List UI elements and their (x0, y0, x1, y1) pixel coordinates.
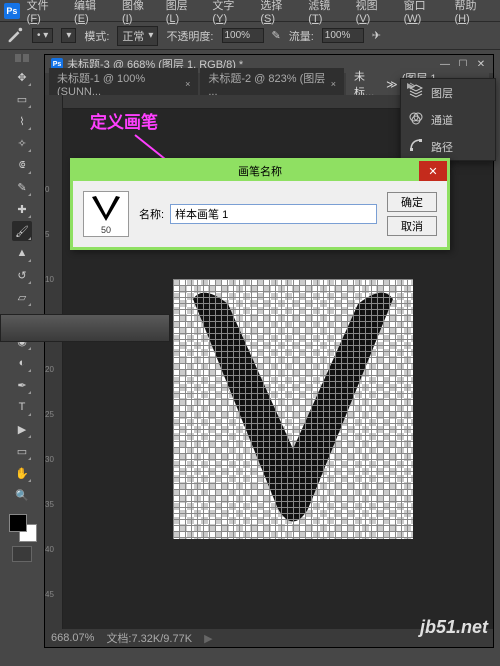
pressure-opacity-icon[interactable]: ✎ (272, 29, 281, 42)
ruler-vertical[interactable]: 0 5 10 15 20 25 30 35 40 45 50 (45, 95, 63, 629)
magic-wand-tool[interactable]: ✧ (12, 133, 32, 153)
brush-preset-picker[interactable]: • ▾ (32, 28, 53, 43)
opacity-input[interactable]: 100% (222, 28, 264, 43)
brush-preview-size: 50 (101, 225, 111, 235)
menu-file[interactable]: 文件(F) (22, 0, 67, 27)
dialog-close-button[interactable]: ✕ (419, 161, 447, 181)
menu-help[interactable]: 帮助(H) (450, 0, 497, 27)
mode-label: 模式: (84, 28, 109, 44)
flow-input[interactable]: 100% (322, 28, 364, 43)
app-logo: Ps (4, 3, 20, 19)
brush-size-picker[interactable]: ▾ (61, 28, 76, 43)
menu-bar: Ps 文件(F) 编辑(E) 图像(I) 图层(L) 文字(Y) 选择(S) 滤… (0, 0, 500, 22)
path-select-tool[interactable]: ▶ (12, 419, 32, 439)
brush-tool[interactable]: 🖌 (12, 221, 32, 241)
brush-name-input[interactable] (170, 204, 377, 224)
toolbox: ✥ ▭ ⌇ ✧ ⟃ ✎ ✚ 🖌 ▲ ↺ ▱ ▦ ◉ ◐ ✒ T ▶ ▭ ✋ 🔍 (0, 50, 44, 566)
canvas[interactable] (173, 279, 413, 539)
shape-tool[interactable]: ▭ (12, 441, 32, 461)
cancel-button[interactable]: 取消 (387, 216, 437, 236)
opacity-label: 不透明度: (166, 28, 213, 44)
history-brush-tool[interactable]: ↺ (12, 265, 32, 285)
close-icon[interactable]: × (185, 79, 190, 89)
menu-edit[interactable]: 编辑(E) (69, 0, 115, 27)
eyedropper-tool[interactable]: ✎ (12, 177, 32, 197)
close-icon[interactable]: × (331, 79, 336, 89)
lasso-tool[interactable]: ⌇ (12, 111, 32, 131)
menu-type[interactable]: 文字(Y) (207, 0, 253, 27)
dialog-titlebar[interactable]: 画笔名称 ✕ (73, 161, 447, 181)
brush-preview: 50 (83, 191, 129, 237)
toolbox-grip[interactable] (15, 54, 29, 62)
menu-layer[interactable]: 图层(L) (161, 0, 206, 27)
foreground-color[interactable] (9, 514, 27, 532)
menu-filter[interactable]: 滤镜(T) (303, 0, 348, 27)
zoom-tool[interactable]: 🔍 (12, 485, 32, 505)
panel-flyout: 图层 通道 路径 (400, 78, 496, 161)
zoom-level[interactable]: 668.07% (51, 632, 94, 644)
crop-tool[interactable]: ⟃ (12, 155, 32, 175)
pen-tool[interactable]: ✒ (12, 375, 32, 395)
quick-mask-toggle[interactable] (12, 546, 32, 562)
flow-label: 流量: (289, 28, 314, 44)
menu-image[interactable]: 图像(I) (117, 0, 159, 27)
menu-view[interactable]: 视图(V) (351, 0, 397, 27)
watermark: jb51.net (420, 617, 488, 638)
menu-select[interactable]: 选择(S) (255, 0, 301, 27)
type-tool[interactable]: T (12, 397, 32, 417)
flyout-collapse-icon[interactable] (405, 81, 415, 91)
channels-icon (409, 111, 423, 128)
panel-layers[interactable]: 图层 (401, 79, 495, 106)
airbrush-icon[interactable]: ✈ (372, 29, 381, 42)
color-swatches[interactable] (7, 512, 37, 542)
tooltip-strip (0, 314, 170, 342)
name-label: 名称: (139, 206, 164, 222)
stamp-tool[interactable]: ▲ (12, 243, 32, 263)
move-tool[interactable]: ✥ (12, 67, 32, 87)
brush-name-dialog: 画笔名称 ✕ 50 名称: 确定 取消 (70, 158, 450, 250)
mode-select[interactable]: 正常 ▾ (117, 26, 158, 46)
menu-window[interactable]: 窗口(W) (399, 0, 448, 27)
paths-icon (409, 138, 423, 155)
panel-paths[interactable]: 路径 (401, 133, 495, 160)
ok-button[interactable]: 确定 (387, 192, 437, 212)
marquee-tool[interactable]: ▭ (12, 89, 32, 109)
dodge-tool[interactable]: ◐ (12, 353, 32, 373)
dialog-title-text: 画笔名称 (238, 163, 282, 179)
brush-tool-icon (6, 25, 24, 46)
panel-channels[interactable]: 通道 (401, 106, 495, 133)
healing-tool[interactable]: ✚ (12, 199, 32, 219)
hand-tool[interactable]: ✋ (12, 463, 32, 483)
pixel-grid (173, 279, 413, 539)
eraser-tool[interactable]: ▱ (12, 287, 32, 307)
